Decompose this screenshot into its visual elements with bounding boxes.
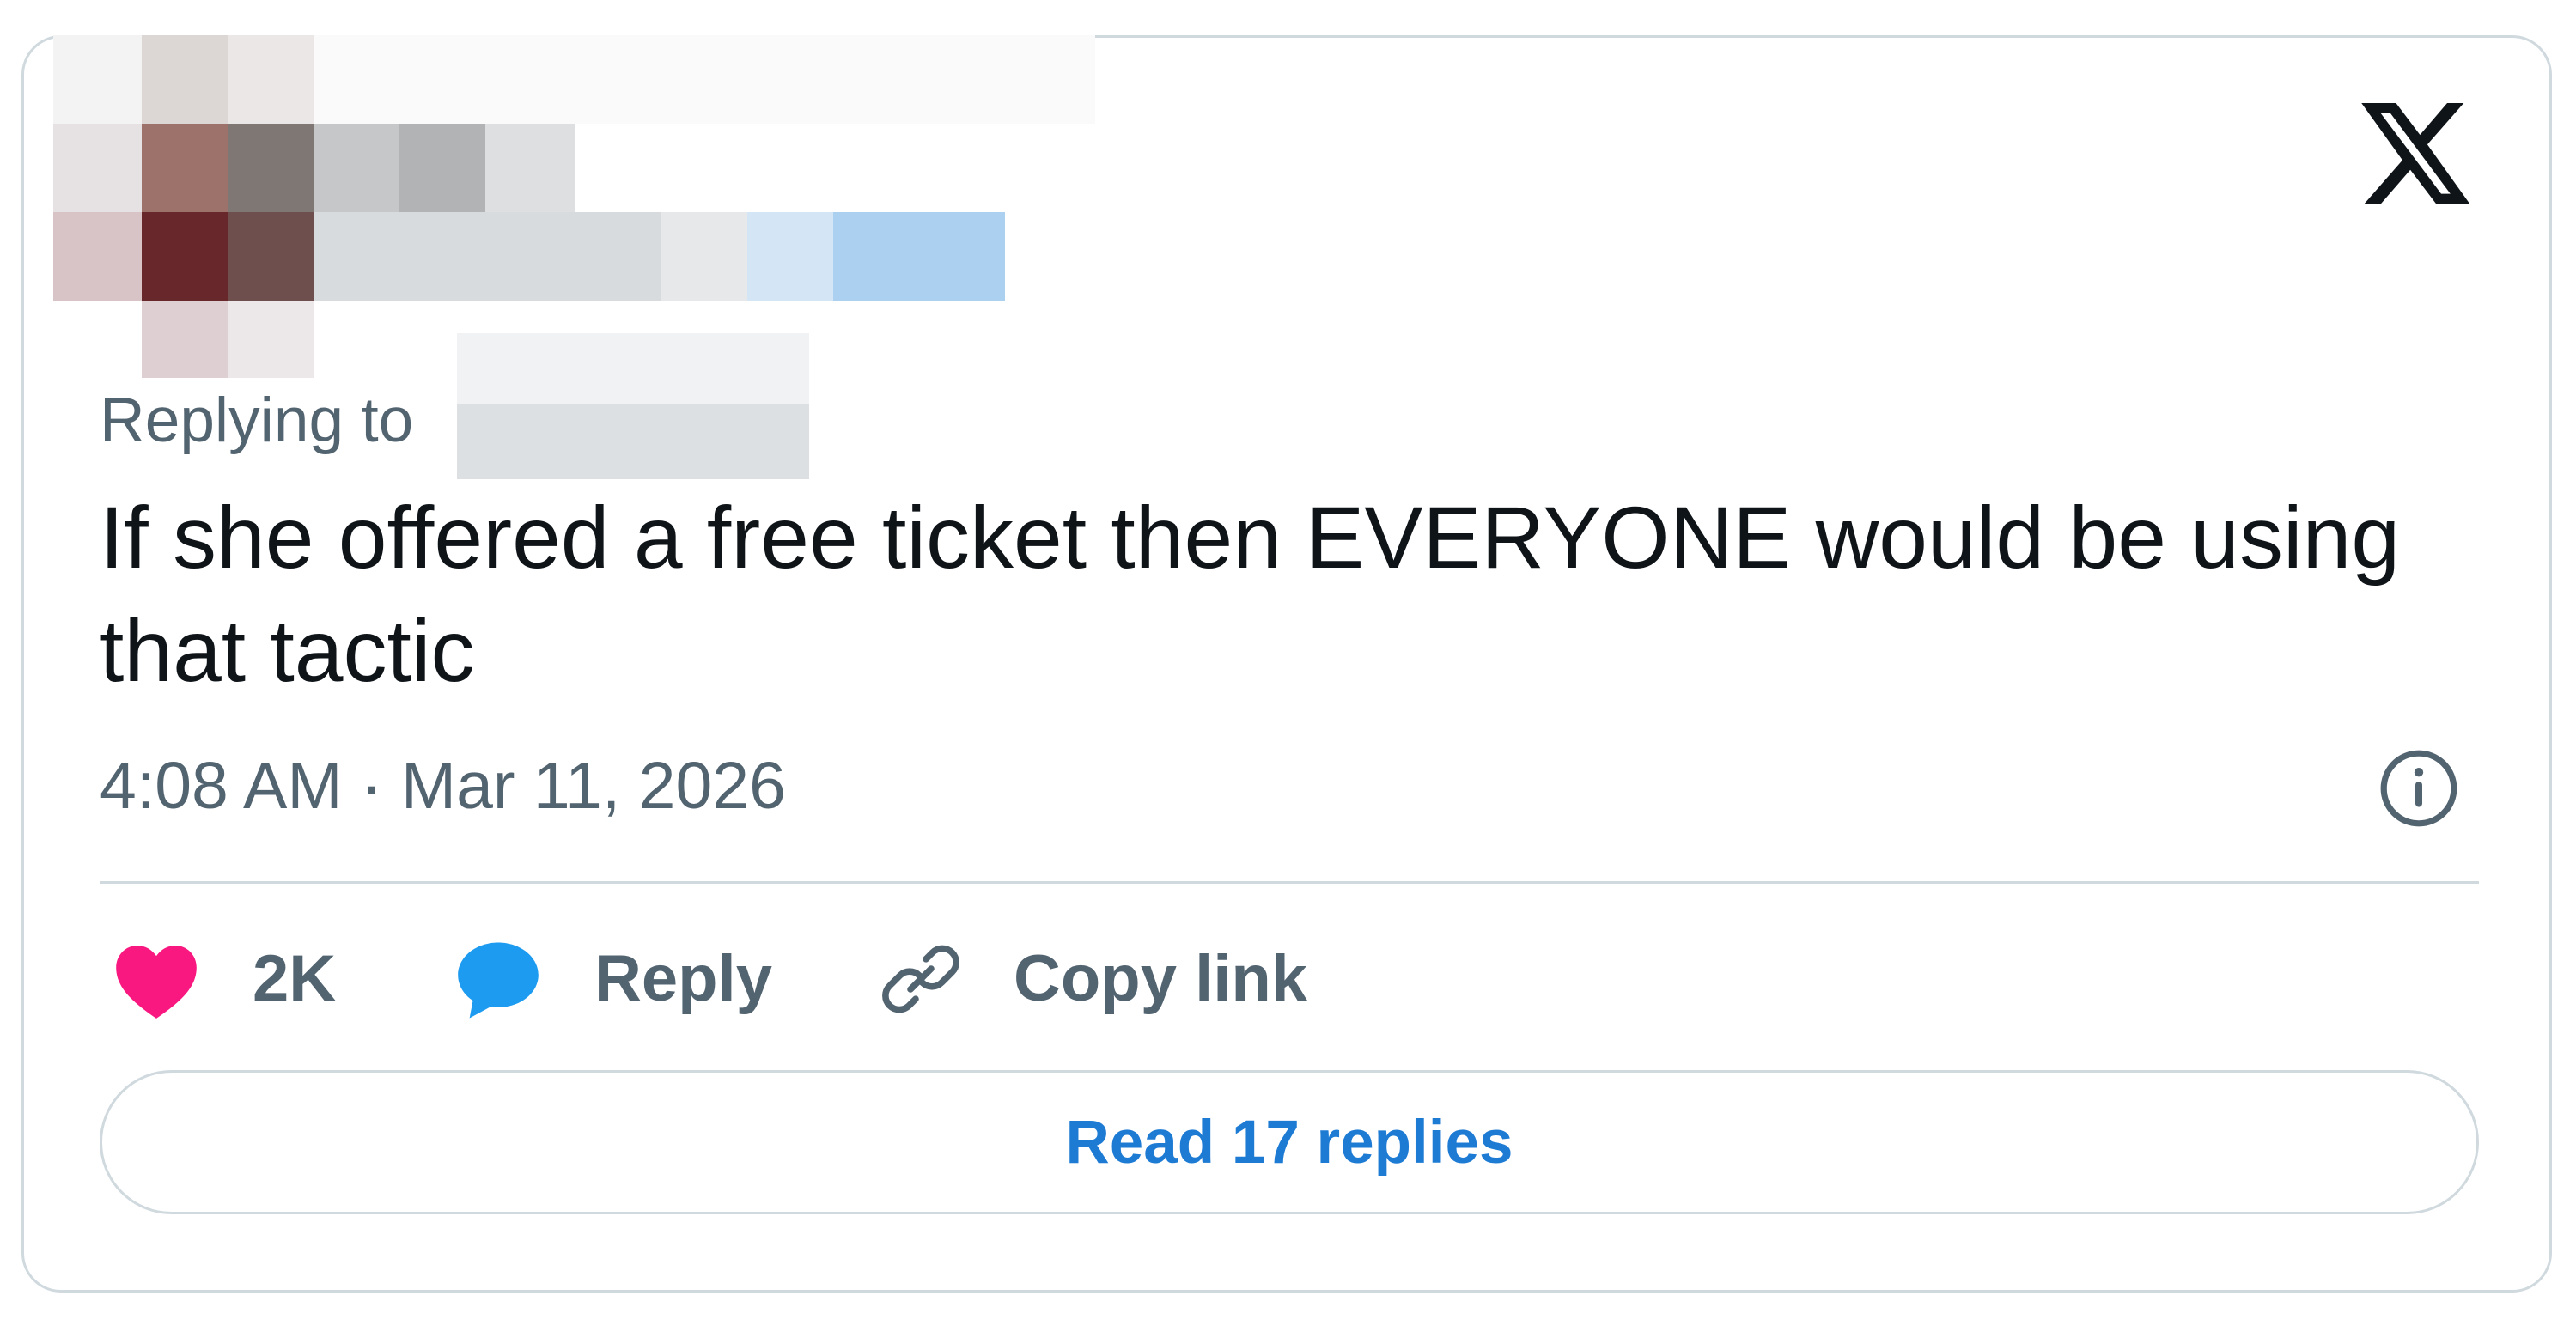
speech-bubble-icon xyxy=(458,942,539,1019)
link-icon xyxy=(882,945,959,1013)
replying-to-label: Replying to xyxy=(100,386,414,455)
x-logo-icon[interactable] xyxy=(2360,103,2471,204)
reply-label: Reply xyxy=(594,942,772,1015)
read-replies-button[interactable]: Read 17 replies xyxy=(100,1070,2479,1214)
replying-to: Replying to xyxy=(100,378,413,464)
reply-button[interactable]: Reply xyxy=(454,932,772,1026)
copy-link-button[interactable]: Copy link xyxy=(876,932,1307,1026)
heart-icon xyxy=(116,946,197,1019)
like-button[interactable]: 2K xyxy=(112,932,336,1026)
tweet-timestamp[interactable]: 4:08 AM · Mar 11, 2026 xyxy=(100,743,786,829)
tweet-text: If she offered a free ticket then EVERYO… xyxy=(100,489,2401,700)
copy-link-label: Copy link xyxy=(1014,942,1308,1015)
like-count: 2K xyxy=(253,942,337,1015)
info-icon[interactable] xyxy=(2378,747,2460,830)
divider xyxy=(100,881,2479,884)
